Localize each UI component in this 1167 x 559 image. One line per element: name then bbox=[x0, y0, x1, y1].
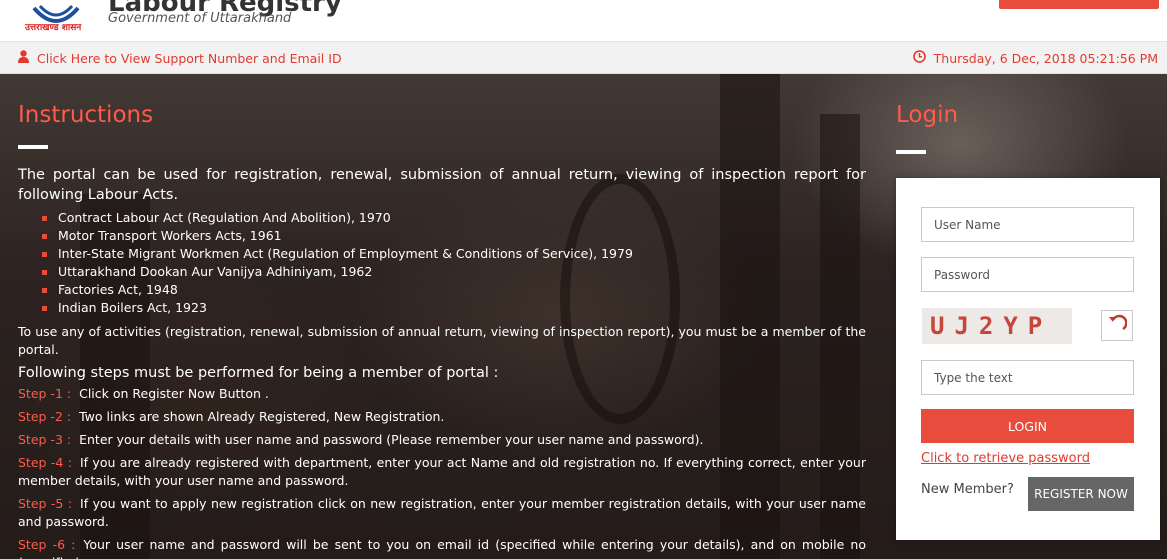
retrieve-password-link[interactable]: Click to retrieve password bbox=[921, 451, 1090, 466]
datetime-text: Thursday, 6 Dec, 2018 05:21:56 PM bbox=[933, 50, 1158, 66]
step-text: Enter your details with user name and pa… bbox=[79, 432, 704, 447]
login-panel: UJ2YP LOGIN Click to retrieve password N… bbox=[896, 178, 1160, 540]
instructions-intro: The portal can be used for registration,… bbox=[18, 167, 866, 203]
step-item: Step -1 : Click on Register Now Button . bbox=[18, 385, 866, 403]
header: उत्तराखण्ड शासन Labour Registry Governme… bbox=[0, 0, 1167, 41]
list-item: Uttarakhand Dookan Aur Vanijya Adhiniyam… bbox=[42, 263, 866, 281]
user-icon bbox=[18, 50, 29, 66]
list-item: Motor Transport Workers Acts, 1961 bbox=[42, 227, 866, 245]
login-button[interactable]: LOGIN bbox=[921, 409, 1134, 443]
register-now-button[interactable]: REGISTER NOW bbox=[1028, 477, 1134, 511]
support-link[interactable]: Click Here to View Support Number and Em… bbox=[18, 50, 342, 66]
steps-heading: Following steps must be performed for be… bbox=[18, 365, 499, 381]
membership-note: To use any of activities (registration, … bbox=[18, 324, 866, 357]
header-action-button[interactable] bbox=[999, 0, 1159, 9]
captcha-input[interactable] bbox=[921, 360, 1134, 395]
list-item: Inter-State Migrant Workmen Act (Regulat… bbox=[42, 245, 866, 263]
step-label: Step -5 : bbox=[18, 496, 73, 511]
username-input[interactable] bbox=[921, 207, 1134, 242]
logo-caption: उत्तराखण्ड शासन bbox=[25, 23, 82, 33]
title-underline bbox=[18, 145, 48, 149]
support-link-text[interactable]: Click Here to View Support Number and Em… bbox=[37, 51, 342, 66]
acts-list: Contract Labour Act (Regulation And Abol… bbox=[42, 209, 866, 317]
step-text: If you are already registered with depar… bbox=[18, 455, 866, 488]
password-input[interactable] bbox=[921, 257, 1134, 292]
step-item: Step -2 : Two links are shown Already Reg… bbox=[18, 408, 866, 426]
refresh-icon bbox=[1107, 314, 1128, 338]
list-item: Contract Labour Act (Regulation And Abol… bbox=[42, 209, 866, 227]
step-item: Step -3 : Enter your details with user na… bbox=[18, 431, 866, 449]
step-label: Step -2 : bbox=[18, 409, 72, 424]
step-item: Step -6 : Your user name and password wil… bbox=[18, 536, 866, 559]
step-text: Click on Register Now Button . bbox=[79, 386, 269, 401]
list-item: Factories Act, 1948 bbox=[42, 281, 866, 299]
captcha-refresh-button[interactable] bbox=[1101, 310, 1133, 341]
captcha-image: UJ2YP bbox=[922, 308, 1072, 344]
list-item: Indian Boilers Act, 1923 bbox=[42, 299, 866, 317]
new-member-label: New Member? bbox=[921, 482, 1014, 497]
site-subtitle: Government of Uttarakhand bbox=[108, 11, 292, 26]
instructions-section: Instructions The portal can be used for … bbox=[18, 102, 866, 559]
instructions-title: Instructions bbox=[18, 102, 154, 128]
step-text: Two links are shown Already Registered, … bbox=[79, 409, 445, 424]
current-datetime: Thursday, 6 Dec, 2018 05:21:56 PM bbox=[912, 50, 1158, 66]
step-label: Step -1 : bbox=[18, 386, 72, 401]
step-label: Step -3 : bbox=[18, 432, 72, 447]
step-item: Step -5 : If you want to apply new regist… bbox=[18, 495, 866, 531]
support-bar: Click Here to View Support Number and Em… bbox=[0, 41, 1167, 74]
step-item: Step -4 : If you are already registered w… bbox=[18, 454, 866, 490]
step-label: Step -6 : bbox=[18, 537, 76, 552]
clock-icon bbox=[912, 50, 926, 66]
step-text: Your user name and password will be sent… bbox=[18, 537, 866, 559]
step-text: If you want to apply new registration cl… bbox=[18, 496, 866, 529]
login-title-underline bbox=[896, 150, 926, 154]
captcha-text: UJ2YP bbox=[930, 312, 1053, 340]
login-title: Login bbox=[896, 102, 959, 128]
step-label: Step -4 : bbox=[18, 455, 72, 470]
